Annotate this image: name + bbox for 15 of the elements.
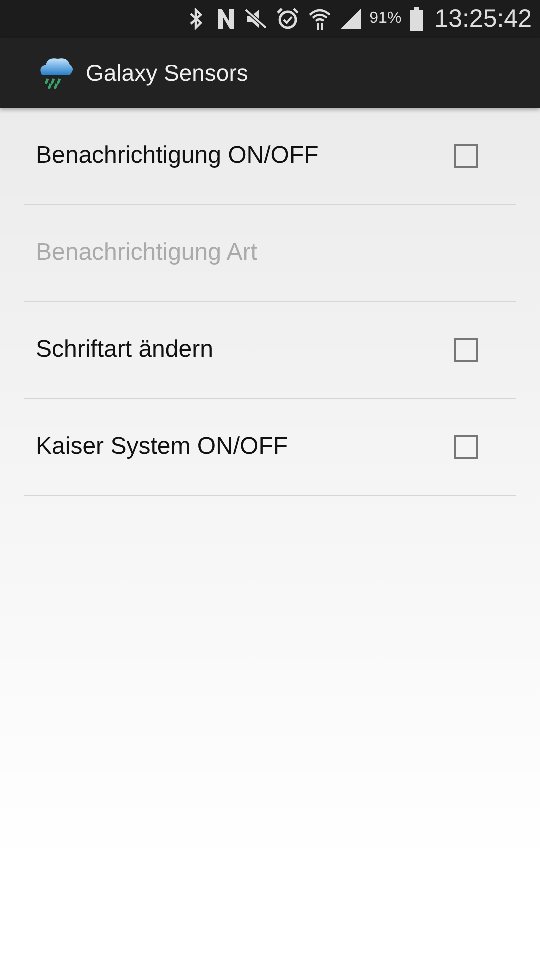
bluetooth-icon xyxy=(188,8,204,30)
wifi-icon xyxy=(308,7,332,31)
setting-item[interactable]: Benachrichtigung ON/OFF xyxy=(24,108,516,205)
battery-icon xyxy=(410,7,423,31)
app-title: Galaxy Sensors xyxy=(86,60,248,86)
clock: 13:25:42 xyxy=(434,4,532,34)
setting-item[interactable]: Kaiser System ON/OFF xyxy=(24,399,516,496)
alarm-icon xyxy=(276,7,300,31)
checkbox[interactable] xyxy=(454,435,478,459)
signal-icon xyxy=(340,8,362,30)
battery-level: 91% xyxy=(370,10,402,28)
checkbox[interactable] xyxy=(454,144,478,168)
checkbox[interactable] xyxy=(454,338,478,362)
mute-icon xyxy=(244,8,268,30)
setting-item[interactable]: Schriftart ändern xyxy=(24,302,516,399)
